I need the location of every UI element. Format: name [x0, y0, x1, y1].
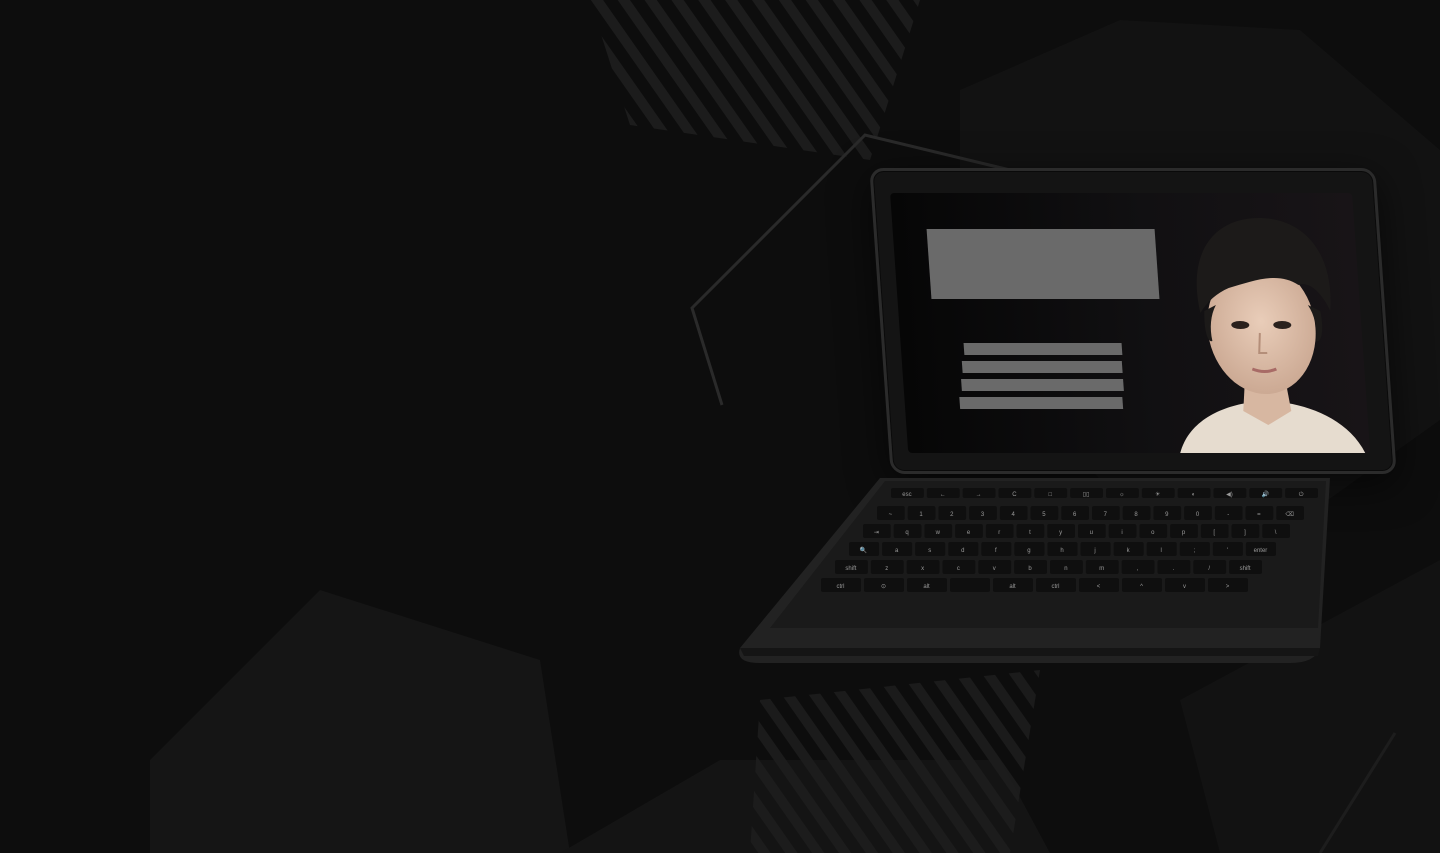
keyboard-key-label: v [1183, 584, 1186, 590]
keyboard-key-label: > [1226, 584, 1230, 590]
keyboard-key-label: - [1227, 512, 1229, 518]
keyboard-key-label: □ [1048, 492, 1052, 498]
keyboard-key-label: shift [1240, 566, 1251, 572]
keyboard-key-label: ' [1227, 548, 1228, 554]
laptop: esc ← → C □ ▯▯ ☼ ☀ ◐ ◀) 🔊 ⏻ ~1 2 3 4 5 6 7 8 9 0- = ⌫ ⇥ q w e r t y u i o… [720, 160, 1440, 680]
keyboard-key-label: z [885, 566, 888, 572]
laptop-lid [869, 168, 1397, 474]
keyboard-key-label: d [961, 548, 964, 554]
screen-title-placeholder [926, 229, 1160, 299]
keyboard-key-label: ⇥ [874, 530, 879, 536]
keyboard-key-label: ⌫ [1285, 511, 1294, 518]
keyboard-key-label: < [1097, 584, 1101, 590]
keyboard-key-label: g [1027, 548, 1030, 554]
keyboard-key-label: = [1257, 512, 1261, 518]
keyboard-key-label: ⏻ [1299, 491, 1304, 498]
keyboard-key-label: shift [845, 566, 856, 572]
screen-line-placeholder [963, 343, 1123, 355]
keyboard-key-label: enter [1254, 548, 1268, 554]
keyboard-key-label: s [928, 548, 931, 554]
keyboard-key-label: j [1093, 548, 1095, 554]
keyboard-key-label: ▯▯ [1083, 492, 1090, 498]
keyboard-key-label: ~ [889, 512, 893, 518]
screen-line-placeholder [961, 361, 1123, 373]
keyboard-key-label: 🔊 [1262, 490, 1270, 498]
keyboard-key-label: w [935, 530, 941, 536]
keyboard-key-label: ^ [1140, 584, 1143, 590]
keyboard-key-label: ctrl [837, 584, 845, 590]
keyboard-key-label: ☼ [1119, 492, 1125, 498]
keyboard-key-label: ← [940, 492, 946, 498]
keyboard-key-label: y [1059, 530, 1062, 536]
keyboard-key-label: ◐ [1192, 492, 1196, 498]
screen-line-placeholder [959, 397, 1124, 409]
keyboard-key-label: i [1121, 530, 1122, 536]
keyboard-key-label: r [998, 530, 1000, 536]
keyboard-key-label: v [993, 566, 996, 572]
keyboard-key-label: l [1161, 548, 1162, 554]
keyboard-key-label: esc [902, 492, 911, 498]
keyboard-key-label: ctrl [1052, 584, 1060, 590]
keyboard-key-label: 🔍 [860, 546, 868, 554]
keyboard-key-label: C [1012, 492, 1017, 498]
keyboard-key-label: m [1099, 566, 1104, 572]
keyboard-key-label: c [957, 566, 960, 572]
keyboard-key-label: alt [923, 584, 930, 590]
keyboard-key-label: x [921, 566, 924, 572]
keyboard-key-label: alt [1009, 584, 1016, 590]
keyboard-key-label: u [1090, 530, 1093, 536]
keyboard-key-label: ◀) [1226, 492, 1233, 498]
laptop-base: esc ← → C □ ▯▯ ☼ ☀ ◐ ◀) 🔊 ⏻~ 1 2 3 4 5 6 7 8 9 0- = ⌫⇥ q w e r t y u i o… [739, 478, 1330, 663]
person-portrait [1180, 218, 1366, 453]
screen-line-placeholder [961, 379, 1124, 391]
keyboard-key-label: n [1064, 566, 1067, 572]
keyboard-key-label: h [1060, 548, 1063, 554]
keyboard-key-label: q [905, 530, 908, 536]
keyboard-key-label: ☀ [1155, 491, 1160, 498]
keyboard-key [950, 578, 990, 592]
keyboard-key-label: ⊙ [881, 584, 886, 590]
keyboard-key-label: → [976, 492, 982, 498]
laptop-screen [890, 193, 1371, 453]
